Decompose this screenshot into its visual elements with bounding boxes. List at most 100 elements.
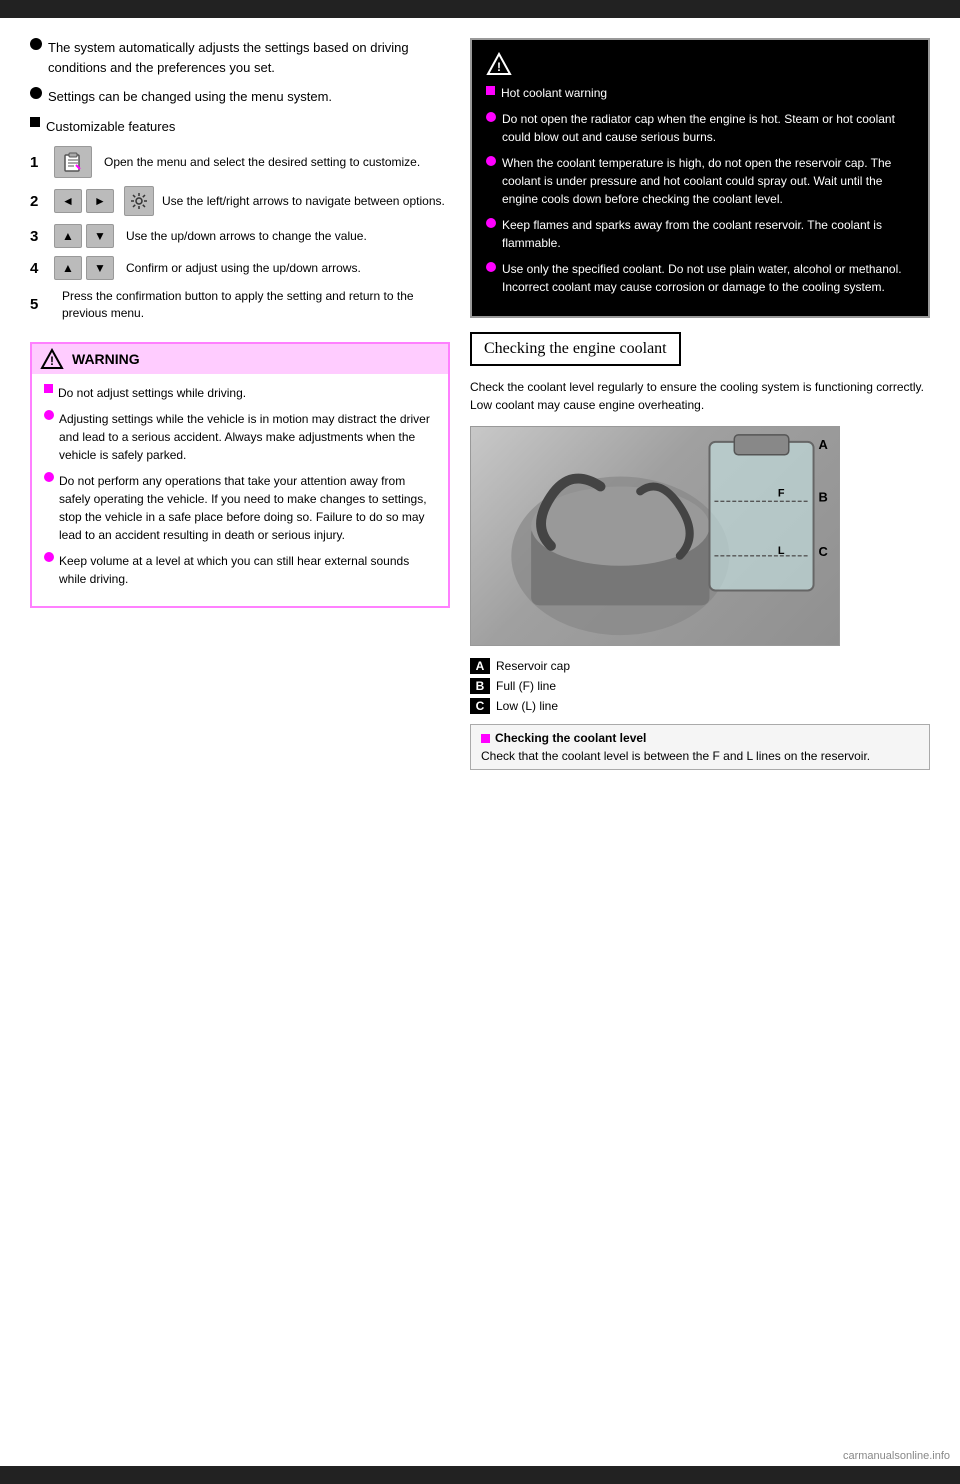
right-arrow-button[interactable]: ► — [86, 189, 114, 213]
step-2-num: 2 — [30, 193, 46, 210]
section-heading: Checking the engine coolant — [470, 332, 681, 366]
up-arrow-button[interactable]: ▲ — [54, 224, 82, 248]
caution-header: ! — [486, 52, 914, 76]
left-bullet-1-text: The system automatically adjusts the set… — [48, 38, 450, 77]
up-arrow-button-2[interactable]: ▲ — [54, 256, 82, 280]
clipboard-icon[interactable] — [54, 146, 92, 178]
step-4-controls: ▲ ▼ — [54, 256, 118, 280]
bullet-circle-icon — [30, 87, 42, 99]
warning-header: ! WARNING — [32, 344, 448, 374]
warning-title: WARNING — [72, 351, 140, 367]
caution-item-4-text: Use only the specified coolant. Do not u… — [502, 260, 914, 296]
caution-item-2: When the coolant temperature is high, do… — [486, 154, 914, 208]
step-1-num: 1 — [30, 154, 46, 171]
warn-item-2-text: Do not perform any operations that take … — [59, 472, 436, 544]
caution-item-3: Keep flames and sparks away from the coo… — [486, 216, 914, 252]
diagram-inner: A F B L C — [471, 427, 839, 645]
caution-circle-icon-2 — [486, 156, 496, 166]
watermark: carmanualsonline.info — [843, 1450, 950, 1462]
left-bullet-2: Settings can be changed using the menu s… — [30, 87, 450, 107]
caution-sq-text: Hot coolant warning — [501, 84, 607, 102]
legend-label-b: Full (F) line — [496, 679, 556, 693]
step-1-row: 1 Open the menu and select the desired s… — [30, 146, 450, 178]
svg-text:F: F — [778, 487, 785, 499]
info-bar-text: Check that the coolant level is between … — [481, 749, 870, 763]
svg-text:L: L — [778, 545, 785, 557]
svg-text:A: A — [819, 437, 828, 452]
right-column: ! Hot coolant warning Do not open the ra… — [470, 38, 930, 770]
svg-text:C: C — [819, 544, 828, 559]
warning-triangle-icon: ! — [40, 348, 64, 370]
down-arrow-button[interactable]: ▼ — [86, 224, 114, 248]
warning-circle-icon-3 — [44, 552, 54, 562]
content-area: The system automatically adjusts the set… — [0, 18, 960, 790]
caution-sq-icon — [486, 86, 495, 95]
step-3-num: 3 — [30, 228, 46, 245]
legend-badge-c: C — [470, 698, 490, 714]
step-4-num: 4 — [30, 260, 46, 277]
warn-item-1: Adjusting settings while the vehicle is … — [44, 410, 436, 464]
legend-label-a: Reservoir cap — [496, 659, 570, 673]
warning-circle-icon-2 — [44, 472, 54, 482]
step-1-desc: Open the menu and select the desired set… — [104, 154, 450, 171]
warning-box: ! WARNING Do not adjust settings while d… — [30, 342, 450, 608]
svg-text:!: ! — [497, 60, 501, 74]
warn-item-3-text: Keep volume at a level at which you can … — [59, 552, 436, 588]
legend-row-c: C Low (L) line — [470, 698, 930, 714]
legend-row-b: B Full (F) line — [470, 678, 930, 694]
left-bullet-sq-text: Customizable features — [46, 117, 450, 137]
info-sq-icon — [481, 734, 490, 743]
bottom-bar — [0, 1466, 960, 1484]
caution-item-1-text: Do not open the radiator cap when the en… — [502, 110, 914, 146]
step-1-controls — [54, 146, 96, 178]
step-4-row: 4 ▲ ▼ Confirm or adjust using the up/dow… — [30, 256, 450, 280]
legend-area: A Reservoir cap B Full (F) line C Low (L… — [470, 658, 930, 714]
step-5-desc: Press the confirmation button to apply t… — [62, 288, 450, 322]
legend-row-a: A Reservoir cap — [470, 658, 930, 674]
warning-content: Do not adjust settings while driving. Ad… — [44, 384, 436, 588]
caution-circle-icon-4 — [486, 262, 496, 272]
warn-item-3: Keep volume at a level at which you can … — [44, 552, 436, 588]
caution-item-4: Use only the specified coolant. Do not u… — [486, 260, 914, 296]
warning-circle-icon-1 — [44, 410, 54, 420]
info-bar: Checking the coolant level Check that th… — [470, 724, 930, 770]
caution-box: ! Hot coolant warning Do not open the ra… — [470, 38, 930, 318]
caution-circle-icon-3 — [486, 218, 496, 228]
top-bar — [0, 0, 960, 18]
info-bar-header: Checking the coolant level — [481, 731, 919, 745]
svg-text:!: ! — [50, 354, 54, 368]
caution-item-sq: Hot coolant warning — [486, 84, 914, 102]
bullet-square-icon — [30, 117, 40, 127]
left-bullet-1: The system automatically adjusts the set… — [30, 38, 450, 77]
warning-sq-icon — [44, 384, 53, 393]
caution-item-3-text: Keep flames and sparks away from the coo… — [502, 216, 914, 252]
step-5-row: 5 Press the confirmation button to apply… — [30, 288, 450, 322]
caution-item-1: Do not open the radiator cap when the en… — [486, 110, 914, 146]
info-bar-heading: Checking the coolant level — [495, 731, 646, 745]
intro-text: Check the coolant level regularly to ens… — [470, 378, 930, 414]
svg-text:B: B — [819, 489, 828, 504]
engine-diagram: A F B L C — [470, 426, 840, 646]
step-3-controls: ▲ ▼ — [54, 224, 118, 248]
bullet-circle-icon — [30, 38, 42, 50]
gear-settings-button[interactable] — [124, 186, 154, 216]
legend-badge-b: B — [470, 678, 490, 694]
caution-item-2-text: When the coolant temperature is high, do… — [502, 154, 914, 208]
step-2-controls: ◄ ► — [54, 186, 154, 216]
step-2-row: 2 ◄ ► — [30, 186, 450, 216]
legend-badge-a: A — [470, 658, 490, 674]
left-column: The system automatically adjusts the set… — [30, 38, 450, 770]
warn-item-1-text: Adjusting settings while the vehicle is … — [59, 410, 436, 464]
warn-item-sq-text: Do not adjust settings while driving. — [58, 384, 246, 402]
step-5-num: 5 — [30, 296, 46, 313]
warn-item-2: Do not perform any operations that take … — [44, 472, 436, 544]
step-3-desc: Use the up/down arrows to change the val… — [126, 228, 450, 245]
caution-circle-icon-1 — [486, 112, 496, 122]
down-arrow-button-2[interactable]: ▼ — [86, 256, 114, 280]
warn-item-sq: Do not adjust settings while driving. — [44, 384, 436, 402]
left-bullet-sq: Customizable features — [30, 117, 450, 137]
left-bullet-2-text: Settings can be changed using the menu s… — [48, 87, 450, 107]
left-arrow-button[interactable]: ◄ — [54, 189, 82, 213]
engine-svg: A F B L C — [471, 427, 839, 645]
legend-label-c: Low (L) line — [496, 699, 558, 713]
